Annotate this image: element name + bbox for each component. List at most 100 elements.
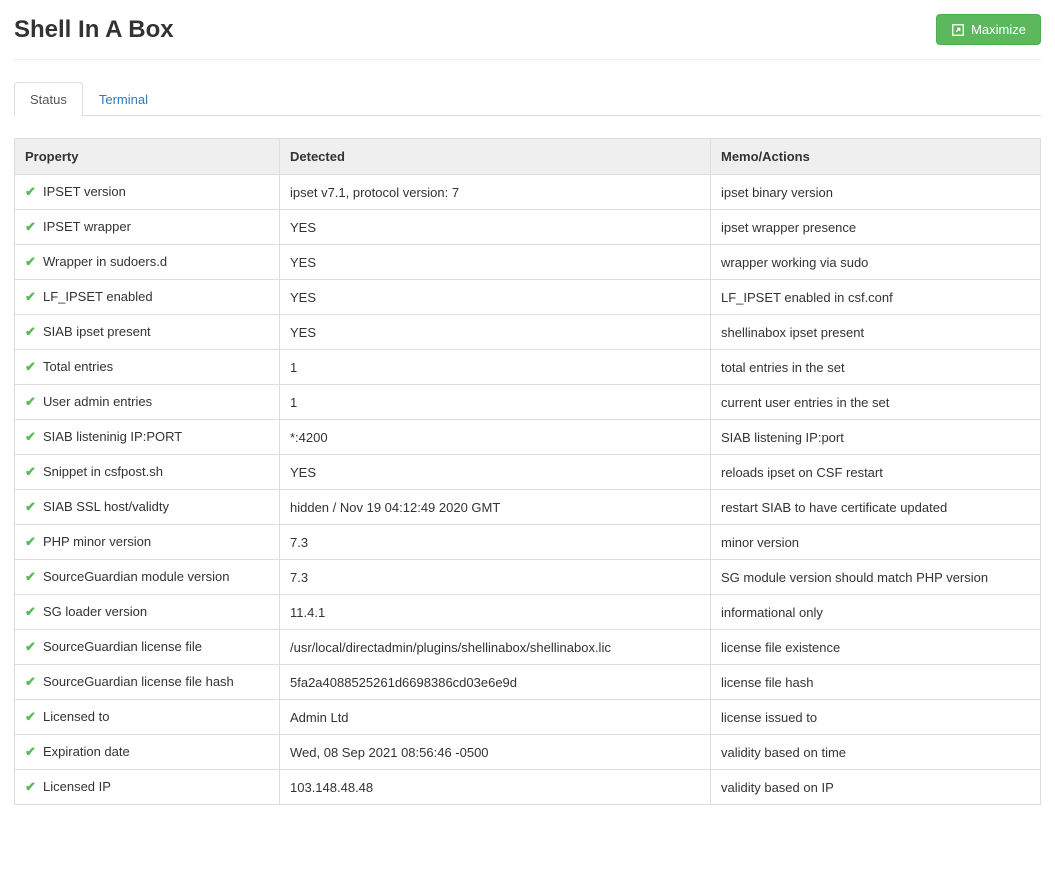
check-icon: ✔ xyxy=(25,289,39,305)
cell-detected: 7.3 xyxy=(280,560,711,595)
property-label: SourceGuardian license file hash xyxy=(43,674,234,689)
status-table: Property Detected Memo/Actions ✔IPSET ve… xyxy=(14,138,1041,805)
check-icon: ✔ xyxy=(25,709,39,725)
cell-memo: SIAB listening IP:port xyxy=(711,420,1041,455)
cell-property: ✔ SourceGuardian license file xyxy=(15,630,280,665)
cell-memo: validity based on IP xyxy=(711,770,1041,805)
cell-property: ✔SIAB listeninig IP:PORT xyxy=(15,420,280,455)
cell-detected: *:4200 xyxy=(280,420,711,455)
property-label: LF_IPSET enabled xyxy=(43,289,153,304)
property-label: Licensed to xyxy=(43,709,110,724)
col-header-property: Property xyxy=(15,139,280,175)
property-label: Total entries xyxy=(43,359,113,374)
cell-memo: restart SIAB to have certificate updated xyxy=(711,490,1041,525)
property-label: PHP minor version xyxy=(43,534,151,549)
table-row: ✔ SourceGuardian license file/usr/local/d… xyxy=(15,630,1041,665)
cell-detected: YES xyxy=(280,210,711,245)
cell-property: ✔Licensed IP xyxy=(15,770,280,805)
maximize-button-label: Maximize xyxy=(971,22,1026,37)
table-row: ✔Licensed IP103.148.48.48validity based … xyxy=(15,770,1041,805)
col-header-detected: Detected xyxy=(280,139,711,175)
cell-property: ✔ SourceGuardian license file hash xyxy=(15,665,280,700)
cell-memo: license file hash xyxy=(711,665,1041,700)
table-row: ✔SourceGuardian module version7.3SG modu… xyxy=(15,560,1041,595)
cell-detected: YES xyxy=(280,455,711,490)
cell-detected: 11.4.1 xyxy=(280,595,711,630)
maximize-icon xyxy=(951,23,965,37)
property-label: IPSET wrapper xyxy=(43,219,131,234)
cell-memo: wrapper working via sudo xyxy=(711,245,1041,280)
check-icon: ✔ xyxy=(25,744,39,760)
check-icon: ✔ xyxy=(25,219,39,235)
check-icon: ✔ xyxy=(25,254,39,270)
property-label: Wrapper in sudoers.d xyxy=(43,254,167,269)
cell-property: ✔ Total entries xyxy=(15,350,280,385)
property-label: SG loader version xyxy=(43,604,147,619)
table-row: ✔ SIAB ipset present YESshellinabox ipset … xyxy=(15,315,1041,350)
check-icon: ✔ xyxy=(25,674,39,690)
table-row: ✔SIAB SSL host/validtyhidden / Nov 19 04… xyxy=(15,490,1041,525)
property-label: Expiration date xyxy=(43,744,130,759)
cell-property: ✔ Snippet in csfpost.sh xyxy=(15,455,280,490)
cell-memo: current user entries in the set xyxy=(711,385,1041,420)
cell-property: ✔ SIAB ipset present xyxy=(15,315,280,350)
tab-status[interactable]: Status xyxy=(14,82,83,116)
check-icon: ✔ xyxy=(25,394,39,410)
table-row: ✔LF_IPSET enabledYESLF_IPSET enabled in … xyxy=(15,280,1041,315)
cell-detected: YES xyxy=(280,280,711,315)
cell-detected: 103.148.48.48 xyxy=(280,770,711,805)
cell-memo: reloads ipset on CSF restart xyxy=(711,455,1041,490)
table-row: ✔ IPSET wrapper YESipset wrapper presence xyxy=(15,210,1041,245)
col-header-memo: Memo/Actions xyxy=(711,139,1041,175)
table-row: ✔ Snippet in csfpost.sh YESreloads ipset o… xyxy=(15,455,1041,490)
table-row: ✔Total entries1total entries in the set xyxy=(15,350,1041,385)
maximize-button[interactable]: Maximize xyxy=(936,14,1041,45)
cell-detected: YES xyxy=(280,245,711,280)
property-label: Snippet in csfpost.sh xyxy=(43,464,163,479)
property-label: SIAB SSL host/validty xyxy=(43,499,169,514)
cell-detected: YES xyxy=(280,315,711,350)
check-icon: ✔ xyxy=(25,779,39,795)
cell-memo: informational only xyxy=(711,595,1041,630)
property-label: SIAB ipset present xyxy=(43,324,151,339)
table-row: ✔PHP minor version7.3minor version xyxy=(15,525,1041,560)
table-row: ✔SIAB listeninig IP:PORT*:4200SIAB liste… xyxy=(15,420,1041,455)
cell-memo: total entries in the set xyxy=(711,350,1041,385)
check-icon: ✔ xyxy=(25,604,39,620)
cell-property: ✔ Licensed to xyxy=(15,700,280,735)
table-row: ✔ Wrapper in sudoers.d YESwrapper working … xyxy=(15,245,1041,280)
table-row: ✔ SG loader version 11.4.1informational on… xyxy=(15,595,1041,630)
cell-property: ✔ Wrapper in sudoers.d xyxy=(15,245,280,280)
check-icon: ✔ xyxy=(25,359,39,375)
table-row: ✔IPSET versionipset v7.1, protocol versi… xyxy=(15,175,1041,210)
page-header: Shell In A Box Maximize xyxy=(14,14,1041,60)
check-icon: ✔ xyxy=(25,499,39,515)
page-title: Shell In A Box xyxy=(14,16,174,44)
table-row: ✔Expiration dateWed, 08 Sep 2021 08:56:4… xyxy=(15,735,1041,770)
cell-property: ✔SourceGuardian module version xyxy=(15,560,280,595)
cell-memo: ipset wrapper presence xyxy=(711,210,1041,245)
cell-detected: 7.3 xyxy=(280,525,711,560)
check-icon: ✔ xyxy=(25,429,39,445)
cell-memo: ipset binary version xyxy=(711,175,1041,210)
table-row: ✔SourceGuardian license file hash5fa2a40… xyxy=(15,665,1041,700)
cell-property: ✔User admin entries xyxy=(15,385,280,420)
cell-memo: shellinabox ipset present xyxy=(711,315,1041,350)
cell-detected: Admin Ltd xyxy=(280,700,711,735)
cell-property: ✔IPSET version xyxy=(15,175,280,210)
cell-detected: ipset v7.1, protocol version: 7 xyxy=(280,175,711,210)
property-label: SourceGuardian module version xyxy=(43,569,229,584)
property-label: SourceGuardian license file xyxy=(43,639,202,654)
check-icon: ✔ xyxy=(25,324,39,340)
cell-memo: SG module version should match PHP versi… xyxy=(711,560,1041,595)
check-icon: ✔ xyxy=(25,464,39,480)
tab-terminal[interactable]: Terminal xyxy=(83,82,164,116)
cell-property: ✔ LF_IPSET enabled xyxy=(15,280,280,315)
cell-detected: /usr/local/directadmin/plugins/shellinab… xyxy=(280,630,711,665)
check-icon: ✔ xyxy=(25,639,39,655)
cell-property: ✔ IPSET wrapper xyxy=(15,210,280,245)
check-icon: ✔ xyxy=(25,184,39,200)
tabs: StatusTerminal xyxy=(14,82,1041,116)
cell-memo: minor version xyxy=(711,525,1041,560)
cell-memo: license file existence xyxy=(711,630,1041,665)
